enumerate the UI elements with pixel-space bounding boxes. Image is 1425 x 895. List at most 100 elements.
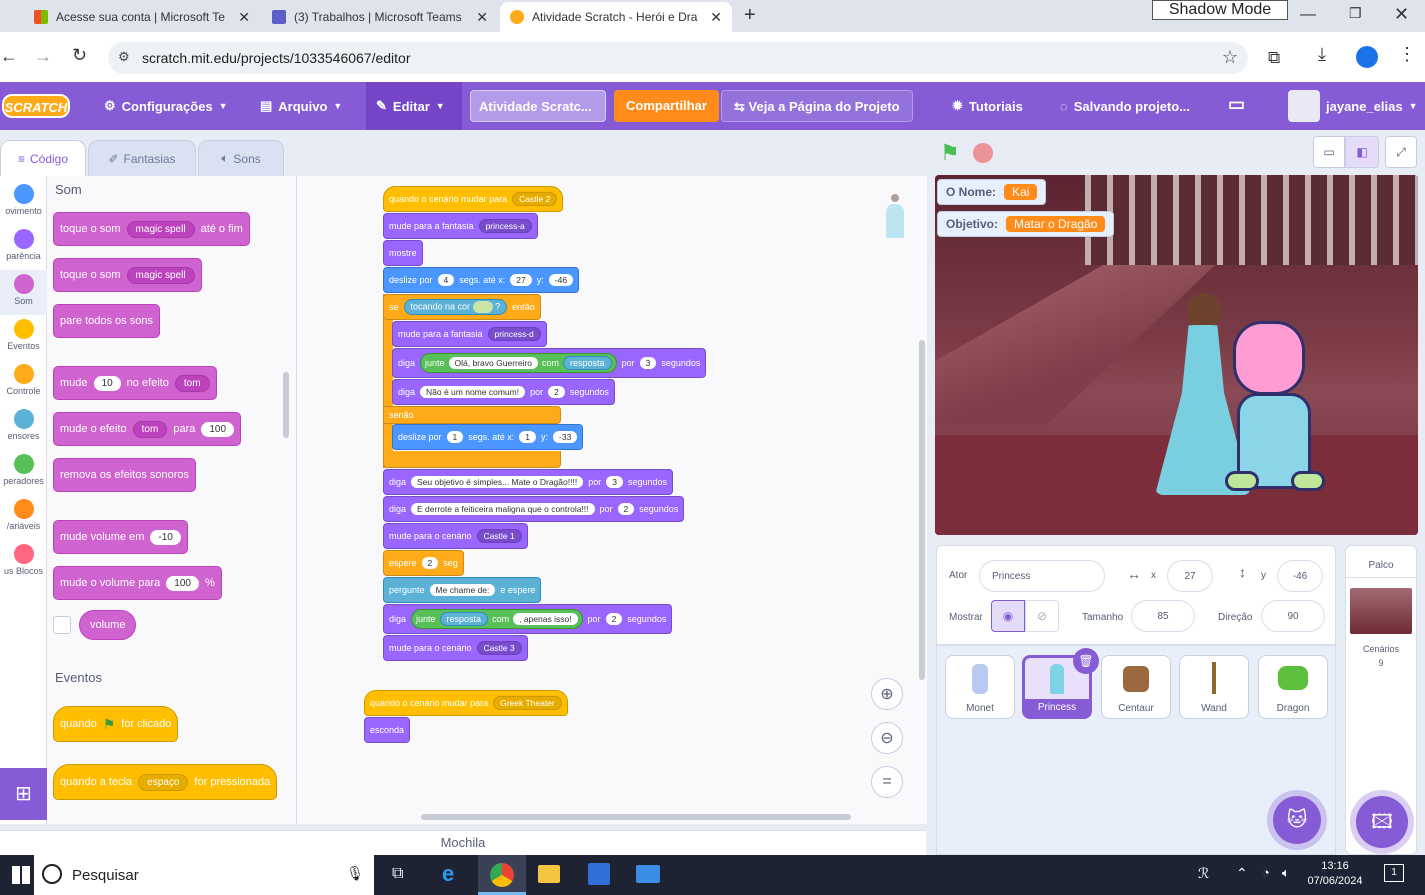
sprite-tile-dragon[interactable]: Dragon (1258, 655, 1328, 719)
sprite-tile-centaur[interactable]: Centaur (1101, 655, 1171, 719)
microphone-icon[interactable]: 🎙︎ (346, 865, 364, 882)
wifi-icon[interactable]: ◔ (1262, 865, 1270, 880)
say-for-secs-block[interactable]: diga E derrote a feiticeira maligna que o… (383, 496, 685, 522)
join-block[interactable]: junte Olá, bravo Guerreiro com resposta (420, 353, 617, 373)
windows-start-icon[interactable] (12, 866, 30, 884)
browser-tab-2[interactable]: (3) Trabalhos | Microsoft Teams ✕ (262, 2, 498, 32)
y-input[interactable]: -46 (1277, 560, 1323, 592)
wait-block[interactable]: espere 2 seg (383, 550, 464, 576)
backdrop-dropdown[interactable]: Greek Theater (493, 696, 562, 710)
answer-reporter[interactable]: resposta (439, 612, 489, 626)
profile-icon[interactable] (1356, 46, 1378, 68)
tutorials-button[interactable]: ✹ Tutoriais (942, 82, 1033, 130)
vertical-scrollbar[interactable] (919, 340, 925, 680)
glide-block[interactable]: deslize por 1 segs. até x: 1 y: -33 (392, 424, 584, 450)
x-input[interactable]: 1 (519, 431, 537, 443)
see-project-page-button[interactable]: ⇆ Veja a Página do Projeto (721, 90, 913, 122)
key-dropdown[interactable]: espaço (138, 773, 189, 791)
category-motion[interactable]: ovimento (0, 180, 47, 225)
when-backdrop-switches-hat-block[interactable]: quando o cenário mudar para Greek Theater (364, 690, 568, 716)
extensions-icon[interactable]: ⧉ (1268, 48, 1280, 68)
scratch-logo[interactable]: SCRATCH (2, 94, 70, 118)
category-sound[interactable]: Som (0, 270, 47, 315)
x-input[interactable]: 27 (1167, 560, 1213, 592)
y-input[interactable]: -33 (553, 431, 578, 443)
notification-center-icon[interactable]: 1 (1384, 864, 1404, 882)
file-menu[interactable]: ▤ Arquivo ▼ (250, 82, 352, 130)
close-window-button[interactable]: ✕ (1394, 4, 1409, 25)
direction-input[interactable]: 90 (1261, 600, 1325, 632)
edge-icon[interactable]: e (442, 861, 454, 887)
hide-sprite-eye-icon[interactable]: ⊘ (1025, 600, 1059, 632)
store-icon[interactable] (588, 863, 610, 885)
category-events[interactable]: Eventos (0, 315, 47, 360)
when-flag-clicked-block[interactable]: quando ⚑ for clicado (53, 706, 179, 742)
volume-monitor-checkbox[interactable] (53, 616, 71, 634)
minimize-button[interactable]: — (1300, 6, 1316, 24)
backdrop-dropdown[interactable]: Castle 3 (476, 641, 522, 655)
taskbar-search[interactable]: Pesquisar 🎙︎ (34, 855, 374, 895)
seconds-input[interactable]: 1 (446, 431, 464, 443)
tab-code[interactable]: ≡ Código (0, 140, 86, 176)
add-sprite-cat-icon[interactable]: 🐱︎ (1273, 796, 1321, 844)
seconds-input[interactable]: 2 (548, 386, 565, 398)
sprite-tile-wand[interactable]: Wand (1179, 655, 1249, 719)
stop-sign-icon[interactable] (973, 143, 993, 163)
small-stage-button[interactable]: ▭ (1313, 136, 1345, 168)
reload-icon[interactable]: ↻ (72, 45, 87, 66)
zoom-out-button[interactable]: ⊖ (871, 722, 903, 754)
text-input[interactable]: E derrote a feiticeira maligna que o con… (411, 503, 595, 515)
sprite-tile-monet[interactable]: Monet (945, 655, 1015, 719)
text-input[interactable]: Olá, bravo Guerreiro (448, 357, 539, 369)
bookmark-star-icon[interactable]: ☆ (1222, 47, 1238, 68)
value-input[interactable]: 100 (166, 575, 199, 591)
category-operators[interactable]: peradores (0, 450, 47, 495)
seconds-input[interactable]: 4 (437, 274, 455, 286)
switch-backdrop-block[interactable]: mude para o cenário Castle 1 (383, 523, 528, 549)
back-arrow-icon[interactable]: ← (0, 46, 18, 67)
zoom-reset-button[interactable]: = (871, 766, 903, 798)
touching-color-block[interactable]: tocando na cor ? (403, 299, 508, 315)
switch-costume-block[interactable]: mude para a fantasia princess-a (383, 213, 538, 239)
category-control[interactable]: Controle (0, 360, 47, 405)
delete-sprite-trash-icon[interactable]: 🗑︎ (1073, 648, 1099, 674)
sprite-name-input[interactable]: Princess (979, 560, 1105, 592)
ask-and-wait-block[interactable]: pergunte Me chame de: e espere (383, 577, 542, 603)
url-bar[interactable]: ⚙ scratch.mit.edu/projects/1033546067/ed… (108, 42, 1248, 74)
project-title-input[interactable]: Atividade Scratc... (470, 90, 606, 122)
say-for-secs-block[interactable]: diga junte Olá, bravo Guerreiro com resposta… (392, 348, 707, 378)
glide-block[interactable]: deslize por 4 segs. até x: 27 y: -46 (383, 267, 580, 293)
add-backdrop-icon[interactable]: 🖾︎ (1356, 796, 1408, 848)
restore-button[interactable]: ❐ (1349, 5, 1362, 22)
tab-sounds[interactable]: 🔈︎ Sons (198, 140, 284, 176)
color-swatch[interactable] (472, 301, 493, 313)
zoom-in-button[interactable]: ⊕ (871, 678, 903, 710)
change-volume-block[interactable]: mude volume em -10 (53, 520, 188, 554)
tab-costumes[interactable]: ✐ Fantasias (88, 140, 196, 176)
value-input[interactable]: -10 (150, 529, 181, 545)
switch-backdrop-block[interactable]: mude para o cenário Castle 3 (383, 635, 528, 661)
y-input[interactable]: -46 (548, 274, 574, 286)
chrome-taskbar-button[interactable] (478, 855, 526, 895)
say-for-secs-block[interactable]: diga Seu objetivo é simples... Mate o Dra… (383, 469, 673, 495)
variable-monitor-objective[interactable]: Objetivo: Matar o Dragão (937, 211, 1115, 237)
stop-all-sounds-block[interactable]: pare todos os sons (53, 304, 160, 338)
code-workspace[interactable]: quando o cenário mudar para Castle 2 mude… (297, 176, 927, 824)
horizontal-scrollbar[interactable] (421, 814, 851, 820)
share-button[interactable]: Compartilhar (614, 90, 719, 122)
text-input[interactable]: Não é um nome comum! (420, 386, 526, 398)
edit-menu[interactable]: ✎ Editar ▼ (366, 82, 462, 130)
x-input[interactable]: 27 (510, 274, 532, 286)
volume-reporter-block[interactable]: volume (79, 610, 137, 640)
costume-dropdown[interactable]: princess-a (478, 219, 532, 233)
normal-stage-button[interactable]: ◧ (1345, 136, 1379, 168)
if-else-block[interactable]: se tocando na cor ? então (383, 294, 541, 320)
switch-costume-block[interactable]: mude para a fantasia princess-d (392, 321, 547, 347)
browser-tab-1[interactable]: Acesse sua conta | Microsoft Te ✕ (24, 2, 260, 32)
browser-tab-3[interactable]: Atividade Scratch - Herói e Dra ✕ (500, 2, 732, 32)
category-looks[interactable]: parência (0, 225, 47, 270)
backpack[interactable]: Mochila (0, 830, 926, 855)
start-sound-block[interactable]: toque o som magic spell (53, 258, 202, 292)
effect-dropdown[interactable]: tom (132, 420, 168, 438)
category-variables[interactable]: /ariáveis (0, 495, 47, 540)
